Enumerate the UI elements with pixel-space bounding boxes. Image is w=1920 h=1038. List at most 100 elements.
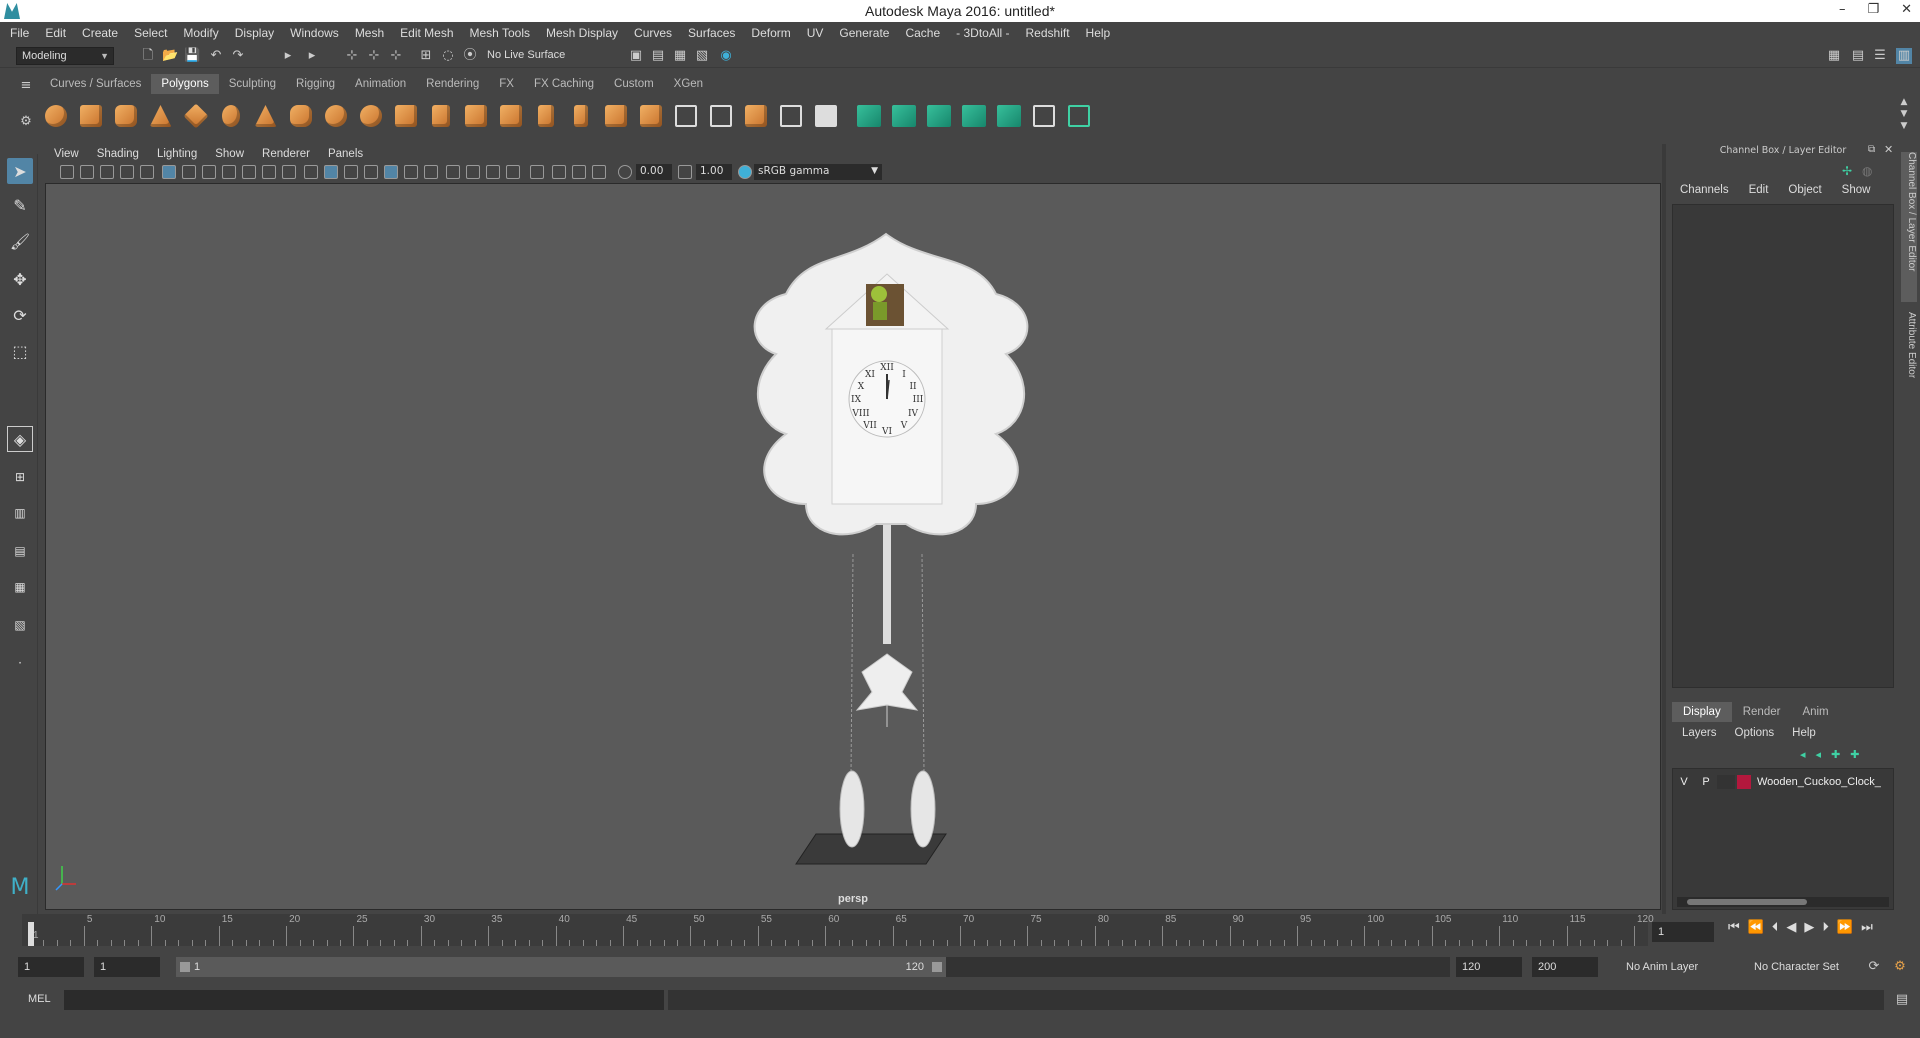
menu-mesh-display[interactable]: Mesh Display	[546, 26, 618, 40]
menu-mesh-tools[interactable]: Mesh Tools	[470, 26, 530, 40]
go-to-end-icon[interactable]: ⏭	[1861, 920, 1873, 935]
anim-layer-dropdown[interactable]: No Anim Layer	[1620, 957, 1740, 977]
open-scene-icon[interactable]: 📂	[162, 48, 178, 64]
collapse-icon[interactable]	[810, 101, 841, 132]
poly-pipe-icon[interactable]	[285, 101, 316, 132]
script-editor-icon[interactable]: ▤	[1894, 992, 1910, 1008]
move-layer-down-icon[interactable]: ◂	[1816, 748, 1822, 761]
layer-playback-toggle[interactable]: P	[1695, 776, 1717, 788]
cb-menu-object[interactable]: Object	[1788, 184, 1821, 200]
mode-dropdown[interactable]: Modeling ▼	[16, 47, 114, 65]
range-end-handle[interactable]	[932, 962, 942, 972]
close-panel-icon[interactable]: ✕	[1884, 143, 1893, 156]
current-frame-field[interactable]: 1	[1652, 922, 1714, 942]
insert-edge-loop-icon[interactable]	[670, 101, 701, 132]
playback-start-field[interactable]: 1	[94, 957, 160, 977]
undo-icon[interactable]: ↶	[208, 48, 224, 64]
shelf-tab-polygons[interactable]: Polygons	[151, 74, 219, 94]
shelf-tab-fx[interactable]: FX	[489, 74, 524, 94]
select-object-icon[interactable]: ⊹	[366, 48, 382, 64]
wireframe-on-shaded-icon[interactable]	[364, 165, 378, 179]
snap-curve-icon[interactable]: ◌	[440, 48, 456, 64]
time-slider[interactable]: 1 5 10 15 20 25 30 35 40 45 50 55 60 65 70 75 80 85 90 95 10…	[22, 914, 1654, 946]
safe-action-icon[interactable]	[262, 165, 276, 179]
four-view-layout-icon[interactable]: ⊞	[7, 464, 33, 490]
gate-mask-icon[interactable]	[222, 165, 236, 179]
single-view-layout-icon[interactable]: ◈	[7, 426, 33, 452]
menu-mesh[interactable]: Mesh	[355, 26, 384, 40]
menu-file[interactable]: File	[10, 26, 29, 40]
menu-3dtoall[interactable]: - 3DtoAll -	[956, 26, 1009, 40]
shelf-tab-rigging[interactable]: Rigging	[286, 74, 345, 94]
layer-scrollbar[interactable]	[1677, 897, 1889, 907]
automatic-mapping-icon[interactable]	[958, 101, 989, 132]
safe-title-icon[interactable]	[282, 165, 296, 179]
bookmark-icon[interactable]	[100, 165, 114, 179]
panel-menu-shading[interactable]: Shading	[97, 148, 139, 160]
extract-icon[interactable]	[390, 101, 421, 132]
fill-hole-icon[interactable]	[635, 101, 666, 132]
poly-torus-icon[interactable]	[215, 101, 246, 132]
menu-generate[interactable]: Generate	[839, 26, 889, 40]
poly-sphere-icon[interactable]	[40, 101, 71, 132]
booleans-icon[interactable]	[425, 101, 456, 132]
target-weld-icon[interactable]	[740, 101, 771, 132]
shelf-menu-icon[interactable]: ≡	[18, 78, 34, 94]
exposure-field[interactable]: 0.00	[636, 164, 672, 180]
uv-editor-icon[interactable]	[1028, 101, 1059, 132]
backface-culling-icon[interactable]	[592, 165, 606, 179]
panel-menu-renderer[interactable]: Renderer	[262, 148, 310, 160]
menu-modify[interactable]: Modify	[183, 26, 218, 40]
two-view-layout-icon[interactable]: ▥	[7, 500, 33, 526]
grease-pencil-icon[interactable]	[140, 165, 154, 179]
cb-menu-edit[interactable]: Edit	[1749, 184, 1769, 200]
resolution-gate-icon[interactable]	[202, 165, 216, 179]
le-menu-options[interactable]: Options	[1735, 727, 1775, 743]
menu-curves[interactable]: Curves	[634, 26, 672, 40]
panel-divider[interactable]	[1662, 144, 1666, 914]
channel-box-icon[interactable]: ▥	[1896, 48, 1912, 64]
animation-start-field[interactable]: 1	[18, 957, 84, 977]
shelf-tab-sculpting[interactable]: Sculpting	[219, 74, 286, 94]
smooth-shade-icon[interactable]	[324, 165, 338, 179]
shelf-tab-custom[interactable]: Custom	[604, 74, 664, 94]
ipr-render-icon[interactable]: ▦	[672, 48, 688, 64]
side-tab-channel-box[interactable]: Channel Box / Layer Editor	[1901, 152, 1917, 302]
command-input[interactable]	[64, 990, 664, 1010]
move-tool-icon[interactable]: ✥	[7, 266, 33, 292]
panel-menu-show[interactable]: Show	[215, 148, 244, 160]
use-all-lights-icon[interactable]	[404, 165, 418, 179]
rotate-tool-icon[interactable]: ⟳	[7, 302, 33, 328]
minimize-button[interactable]: –	[1839, 2, 1846, 17]
panel-menu-view[interactable]: View	[54, 148, 79, 160]
layer-visibility-toggle[interactable]: V	[1673, 776, 1695, 788]
hypershade-layout-icon[interactable]: ▧	[7, 612, 33, 638]
menu-redshift[interactable]: Redshift	[1026, 26, 1070, 40]
multi-cut-icon[interactable]	[705, 101, 736, 132]
move-layer-up-icon[interactable]: ◂	[1800, 748, 1806, 761]
step-forward-frame-icon[interactable]: ⏵	[1822, 920, 1829, 935]
menu-uv[interactable]: UV	[807, 26, 824, 40]
menu-help[interactable]: Help	[1086, 26, 1111, 40]
cb-menu-show[interactable]: Show	[1842, 184, 1871, 200]
outliner-layout-icon[interactable]: ▤	[7, 538, 33, 564]
separate-icon[interactable]	[355, 101, 386, 132]
render-frame-icon[interactable]: ▤	[650, 48, 666, 64]
menu-windows[interactable]: Windows	[290, 26, 339, 40]
play-forward-icon[interactable]: ▶	[1804, 920, 1814, 935]
modeling-toolkit-icon[interactable]: ▦	[1826, 48, 1842, 64]
exposure-icon[interactable]	[618, 165, 632, 179]
poly-pyramid-icon[interactable]	[250, 101, 281, 132]
animation-preferences-icon[interactable]: ⚙	[1892, 959, 1908, 975]
menu-select[interactable]: Select	[134, 26, 167, 40]
layer-scrollbar-thumb[interactable]	[1687, 899, 1807, 905]
menu-edit[interactable]: Edit	[45, 26, 66, 40]
float-panel-icon[interactable]: ⧉	[1868, 144, 1875, 155]
image-plane-icon[interactable]	[120, 165, 134, 179]
menu-display[interactable]: Display	[235, 26, 274, 40]
gamma-icon[interactable]	[678, 165, 692, 179]
film-gate-icon[interactable]	[182, 165, 196, 179]
character-set-dropdown[interactable]: No Character Set	[1748, 957, 1866, 977]
range-slider[interactable]: 1 120	[176, 957, 946, 977]
render-settings-icon[interactable]: ▧	[694, 48, 710, 64]
